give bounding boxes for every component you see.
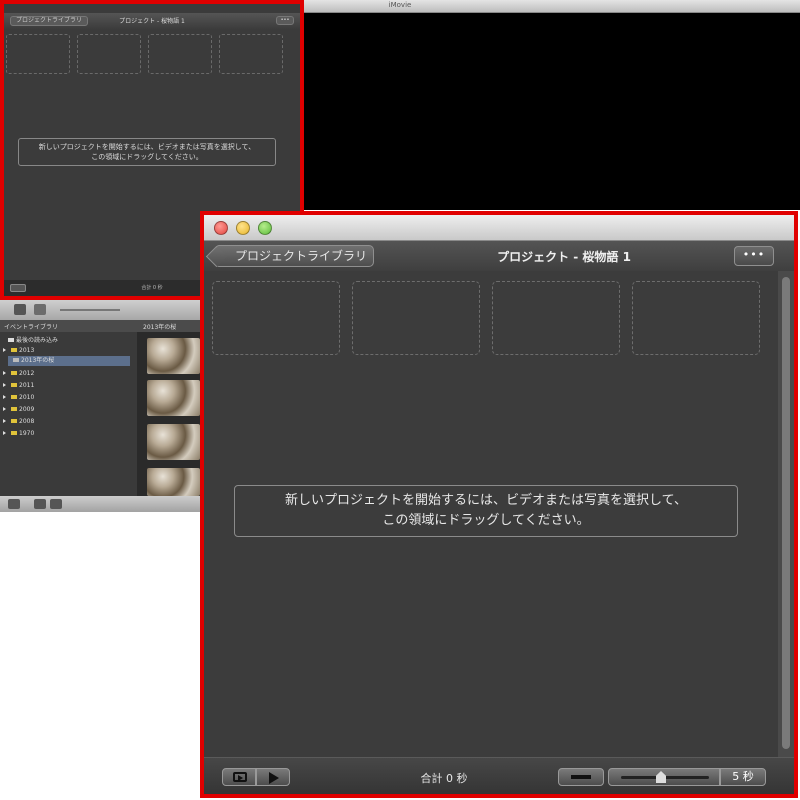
event-item-2012[interactable]: 2012 <box>3 369 133 379</box>
project-actions-menu-button[interactable]: ••• <box>734 246 774 266</box>
clip-thumbnail[interactable] <box>147 424 200 460</box>
project-slot <box>6 34 70 74</box>
project-menu-small[interactable]: ••• <box>276 16 294 25</box>
clip-thumbnail[interactable] <box>147 468 200 496</box>
project-slot <box>632 281 760 355</box>
event-item-1970[interactable]: 1970 <box>3 429 133 439</box>
clip-thumbnail[interactable] <box>147 380 200 416</box>
project-header: プロジェクト - 桜物語 1 プロジェクトライブラリ ••• <box>204 241 794 271</box>
event-item-sakura-2013[interactable]: 2013年の桜 <box>8 356 130 366</box>
project-slot <box>219 34 283 74</box>
project-slot <box>212 281 340 355</box>
clip-thumbnail[interactable] <box>147 338 200 374</box>
event-item-2013[interactable]: 2013 <box>3 346 133 356</box>
thumbnail-size-slider[interactable] <box>608 768 720 786</box>
waveform-icon <box>571 775 591 779</box>
empty-project-message: 新しいプロジェクトを開始するには、ビデオまたは写真を選択して、 この領域にドラッ… <box>234 485 738 537</box>
toolbar-strip <box>0 300 200 320</box>
slider-knob[interactable] <box>656 771 666 783</box>
event-library-header: イベントライブラリ <box>0 320 137 332</box>
event-item-2009[interactable]: 2009 <box>3 405 133 415</box>
event-item-last-import[interactable]: 最後の読み込み <box>3 336 133 346</box>
project-library-back-button[interactable]: プロジェクトライブラリ <box>216 245 374 267</box>
project-library-back-small[interactable]: プロジェクトライブラリ <box>10 16 89 26</box>
library-toggle-button[interactable] <box>8 499 20 509</box>
project-drop-area[interactable]: 新しいプロジェクトを開始するには、ビデオまたは写真を選択して、 この領域にドラッ… <box>204 271 778 757</box>
swap-icon[interactable] <box>34 304 46 315</box>
event-item-2008[interactable]: 2008 <box>3 417 133 427</box>
zoom-title-bar <box>204 215 794 241</box>
audio-waveform-button[interactable] <box>558 768 604 786</box>
project-header-small: プロジェクト - 桜物語 1 プロジェクトライブラリ ••• <box>4 13 300 29</box>
project-slot <box>148 34 212 74</box>
close-button[interactable] <box>214 221 228 235</box>
project-footer: 合計 0 秒 5 秒 <box>204 757 794 794</box>
project-slot <box>492 281 620 355</box>
vertical-scrollbar[interactable] <box>778 271 794 757</box>
play-button[interactable] <box>50 499 62 509</box>
bottom-toolbar <box>0 496 200 512</box>
minimize-button[interactable] <box>236 221 250 235</box>
event-item-2010[interactable]: 2010 <box>3 393 133 403</box>
duration-button[interactable]: 5 秒 <box>720 768 766 786</box>
event-item-2011[interactable]: 2011 <box>3 381 133 391</box>
scrollbar-thumb[interactable] <box>782 277 790 749</box>
camera-icon[interactable] <box>14 304 26 315</box>
project-slot <box>77 34 141 74</box>
zoom-slider[interactable] <box>60 309 120 311</box>
viewer-area <box>300 13 800 210</box>
project-library-window: プロジェクト - 桜物語 1 プロジェクトライブラリ ••• 新しいプロジェクト… <box>200 211 798 798</box>
event-browser: 2013年の桜 <box>137 320 200 496</box>
event-library-panel: イベントライブラリ 最後の読み込み 2013 2013年の桜 2012 2011… <box>0 320 137 496</box>
event-browser-header: 2013年の桜 <box>137 320 200 332</box>
empty-project-message-small: 新しいプロジェクトを開始するには、ビデオまたは写真を選択して、 この領域にドラッ… <box>18 138 276 166</box>
zoom-button[interactable] <box>258 221 272 235</box>
play-event-button[interactable] <box>34 499 46 509</box>
project-slot <box>352 281 480 355</box>
